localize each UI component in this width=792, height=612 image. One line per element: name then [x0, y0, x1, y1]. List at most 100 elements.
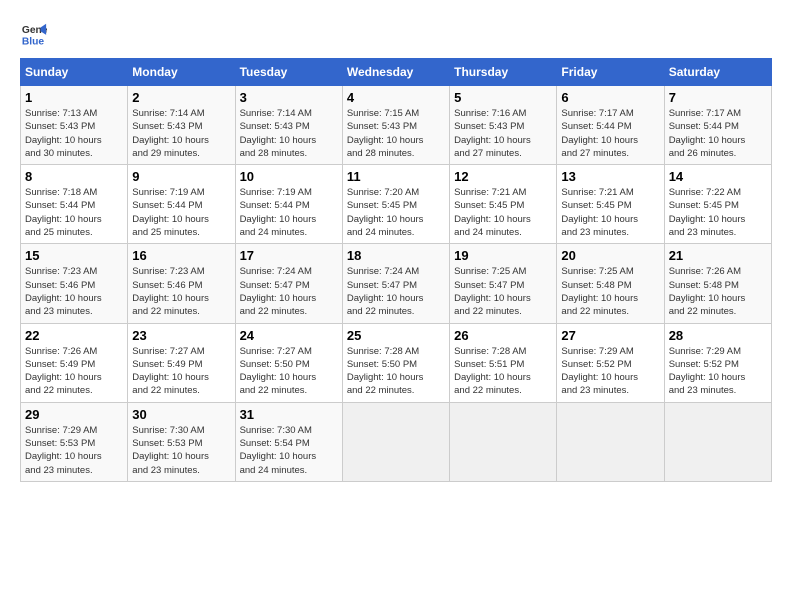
day-number: 21 [669, 248, 767, 263]
cell-details: Sunrise: 7:19 AMSunset: 5:44 PMDaylight:… [132, 186, 230, 239]
calendar-cell: 1 Sunrise: 7:13 AMSunset: 5:43 PMDaylight… [21, 86, 128, 165]
calendar-cell: 26 Sunrise: 7:28 AMSunset: 5:51 PMDayligh… [450, 323, 557, 402]
cell-details: Sunrise: 7:30 AMSunset: 5:53 PMDaylight:… [132, 424, 230, 477]
day-number: 31 [240, 407, 338, 422]
cell-details: Sunrise: 7:20 AMSunset: 5:45 PMDaylight:… [347, 186, 445, 239]
cell-details: Sunrise: 7:22 AMSunset: 5:45 PMDaylight:… [669, 186, 767, 239]
calendar-cell: 31 Sunrise: 7:30 AMSunset: 5:54 PMDayligh… [235, 402, 342, 481]
calendar-cell: 23 Sunrise: 7:27 AMSunset: 5:49 PMDayligh… [128, 323, 235, 402]
day-number: 3 [240, 90, 338, 105]
calendar-cell: 15Sunrise: 7:23 AMSunset: 5:46 PMDayligh… [21, 244, 128, 323]
cell-details: Sunrise: 7:17 AMSunset: 5:44 PMDaylight:… [669, 107, 767, 160]
day-number: 22 [25, 328, 123, 343]
weekday-header-friday: Friday [557, 59, 664, 86]
calendar-cell: 21 Sunrise: 7:26 AMSunset: 5:48 PMDayligh… [664, 244, 771, 323]
day-number: 5 [454, 90, 552, 105]
cell-details: Sunrise: 7:25 AMSunset: 5:47 PMDaylight:… [454, 265, 552, 318]
svg-text:Blue: Blue [22, 36, 45, 47]
day-number: 7 [669, 90, 767, 105]
day-number: 11 [347, 169, 445, 184]
day-number: 6 [561, 90, 659, 105]
cell-details: Sunrise: 7:27 AMSunset: 5:49 PMDaylight:… [132, 345, 230, 398]
calendar-cell: 5 Sunrise: 7:16 AMSunset: 5:43 PMDaylight… [450, 86, 557, 165]
day-number: 27 [561, 328, 659, 343]
cell-details: Sunrise: 7:29 AMSunset: 5:52 PMDaylight:… [669, 345, 767, 398]
calendar-cell: 20 Sunrise: 7:25 AMSunset: 5:48 PMDayligh… [557, 244, 664, 323]
calendar-cell: 18 Sunrise: 7:24 AMSunset: 5:47 PMDayligh… [342, 244, 449, 323]
calendar-cell: 7 Sunrise: 7:17 AMSunset: 5:44 PMDaylight… [664, 86, 771, 165]
cell-details: Sunrise: 7:28 AMSunset: 5:50 PMDaylight:… [347, 345, 445, 398]
weekday-header-monday: Monday [128, 59, 235, 86]
calendar-cell: 8 Sunrise: 7:18 AMSunset: 5:44 PMDaylight… [21, 165, 128, 244]
cell-details: Sunrise: 7:29 AMSunset: 5:52 PMDaylight:… [561, 345, 659, 398]
calendar-header: SundayMondayTuesdayWednesdayThursdayFrid… [21, 59, 772, 86]
calendar-cell: 12 Sunrise: 7:21 AMSunset: 5:45 PMDayligh… [450, 165, 557, 244]
day-number: 9 [132, 169, 230, 184]
day-number: 28 [669, 328, 767, 343]
cell-details: Sunrise: 7:24 AMSunset: 5:47 PMDaylight:… [240, 265, 338, 318]
calendar-cell: 22 Sunrise: 7:26 AMSunset: 5:49 PMDayligh… [21, 323, 128, 402]
calendar-cell: 13 Sunrise: 7:21 AMSunset: 5:45 PMDayligh… [557, 165, 664, 244]
cell-details: Sunrise: 7:21 AMSunset: 5:45 PMDaylight:… [454, 186, 552, 239]
calendar-cell: 19 Sunrise: 7:25 AMSunset: 5:47 PMDayligh… [450, 244, 557, 323]
calendar-cell [342, 402, 449, 481]
calendar-cell [664, 402, 771, 481]
day-number: 25 [347, 328, 445, 343]
cell-details: Sunrise: 7:21 AMSunset: 5:45 PMDaylight:… [561, 186, 659, 239]
cell-details: Sunrise: 7:13 AMSunset: 5:43 PMDaylight:… [25, 107, 123, 160]
calendar-cell: 2Sunrise: 7:14 AMSunset: 5:43 PMDaylight… [128, 86, 235, 165]
calendar-cell: 14 Sunrise: 7:22 AMSunset: 5:45 PMDayligh… [664, 165, 771, 244]
cell-details: Sunrise: 7:27 AMSunset: 5:50 PMDaylight:… [240, 345, 338, 398]
day-number: 4 [347, 90, 445, 105]
calendar-cell: 25 Sunrise: 7:28 AMSunset: 5:50 PMDayligh… [342, 323, 449, 402]
weekday-header-sunday: Sunday [21, 59, 128, 86]
cell-details: Sunrise: 7:19 AMSunset: 5:44 PMDaylight:… [240, 186, 338, 239]
cell-details: Sunrise: 7:17 AMSunset: 5:44 PMDaylight:… [561, 107, 659, 160]
day-number: 8 [25, 169, 123, 184]
weekday-header-wednesday: Wednesday [342, 59, 449, 86]
cell-details: Sunrise: 7:26 AMSunset: 5:49 PMDaylight:… [25, 345, 123, 398]
calendar-cell: 9 Sunrise: 7:19 AMSunset: 5:44 PMDaylight… [128, 165, 235, 244]
calendar-cell [450, 402, 557, 481]
calendar-cell: 28 Sunrise: 7:29 AMSunset: 5:52 PMDayligh… [664, 323, 771, 402]
day-number: 13 [561, 169, 659, 184]
cell-details: Sunrise: 7:16 AMSunset: 5:43 PMDaylight:… [454, 107, 552, 160]
day-number: 17 [240, 248, 338, 263]
header: General Blue [20, 20, 772, 48]
day-number: 15 [25, 248, 123, 263]
calendar-cell: 29Sunrise: 7:29 AMSunset: 5:53 PMDayligh… [21, 402, 128, 481]
weekday-header-saturday: Saturday [664, 59, 771, 86]
day-number: 24 [240, 328, 338, 343]
calendar-table: SundayMondayTuesdayWednesdayThursdayFrid… [20, 58, 772, 482]
cell-details: Sunrise: 7:23 AMSunset: 5:46 PMDaylight:… [132, 265, 230, 318]
day-number: 12 [454, 169, 552, 184]
calendar-cell: 30Sunrise: 7:30 AMSunset: 5:53 PMDayligh… [128, 402, 235, 481]
day-number: 16 [132, 248, 230, 263]
cell-details: Sunrise: 7:26 AMSunset: 5:48 PMDaylight:… [669, 265, 767, 318]
calendar-cell [557, 402, 664, 481]
calendar-cell: 17 Sunrise: 7:24 AMSunset: 5:47 PMDayligh… [235, 244, 342, 323]
weekday-header-thursday: Thursday [450, 59, 557, 86]
day-number: 23 [132, 328, 230, 343]
day-number: 20 [561, 248, 659, 263]
cell-details: Sunrise: 7:18 AMSunset: 5:44 PMDaylight:… [25, 186, 123, 239]
cell-details: Sunrise: 7:28 AMSunset: 5:51 PMDaylight:… [454, 345, 552, 398]
day-number: 18 [347, 248, 445, 263]
day-number: 10 [240, 169, 338, 184]
calendar-cell: 3 Sunrise: 7:14 AMSunset: 5:43 PMDaylight… [235, 86, 342, 165]
calendar-cell: 6 Sunrise: 7:17 AMSunset: 5:44 PMDaylight… [557, 86, 664, 165]
calendar-cell: 16 Sunrise: 7:23 AMSunset: 5:46 PMDayligh… [128, 244, 235, 323]
calendar-cell: 11 Sunrise: 7:20 AMSunset: 5:45 PMDayligh… [342, 165, 449, 244]
day-number: 29 [25, 407, 123, 422]
day-number: 2 [132, 90, 230, 105]
day-number: 19 [454, 248, 552, 263]
cell-details: Sunrise: 7:25 AMSunset: 5:48 PMDaylight:… [561, 265, 659, 318]
calendar-cell: 4Sunrise: 7:15 AMSunset: 5:43 PMDaylight… [342, 86, 449, 165]
day-number: 1 [25, 90, 123, 105]
cell-details: Sunrise: 7:30 AMSunset: 5:54 PMDaylight:… [240, 424, 338, 477]
weekday-header-tuesday: Tuesday [235, 59, 342, 86]
day-number: 26 [454, 328, 552, 343]
cell-details: Sunrise: 7:14 AMSunset: 5:43 PMDaylight:… [240, 107, 338, 160]
day-number: 14 [669, 169, 767, 184]
cell-details: Sunrise: 7:24 AMSunset: 5:47 PMDaylight:… [347, 265, 445, 318]
